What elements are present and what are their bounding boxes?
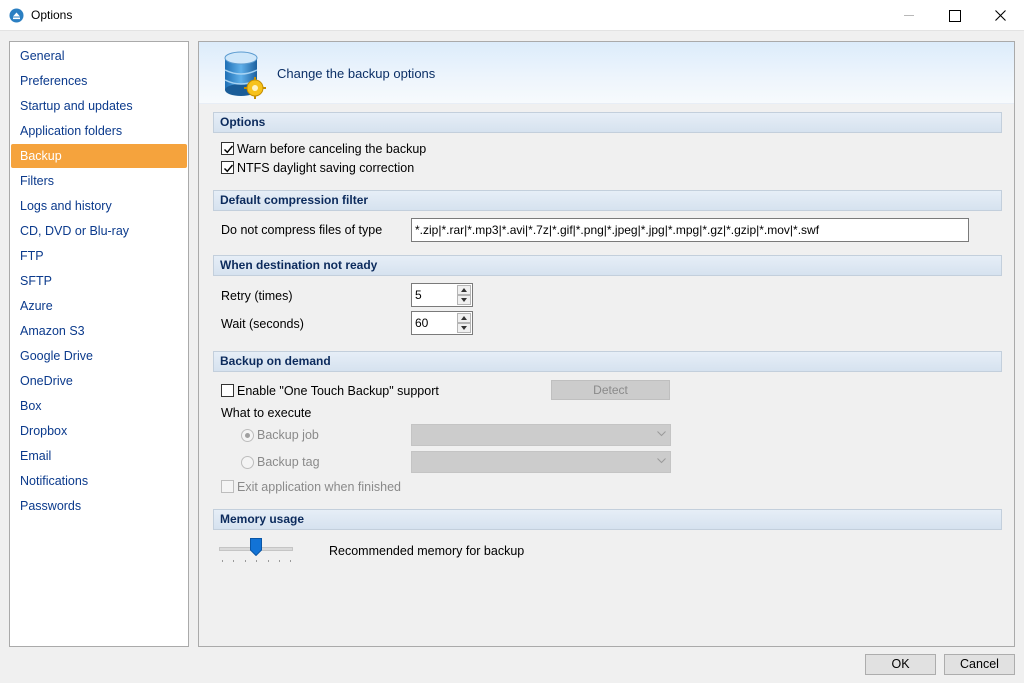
nav-item-filters[interactable]: Filters xyxy=(11,169,187,193)
nav-item-preferences[interactable]: Preferences xyxy=(11,69,187,93)
maximize-button[interactable] xyxy=(932,0,978,31)
retry-value[interactable]: 5 xyxy=(415,288,422,302)
checkmark-icon xyxy=(224,145,234,154)
minimize-button[interactable] xyxy=(886,0,932,31)
backup-options-panel: Change the backup options SOFTPEDIA Opti… xyxy=(198,41,1015,647)
nav-item-google-drive[interactable]: Google Drive xyxy=(11,344,187,368)
exit-when-finished-label[interactable]: Exit application when finished xyxy=(237,480,401,494)
one-touch-label[interactable]: Enable "One Touch Backup" support xyxy=(237,384,439,398)
compression-filter-input[interactable]: *.zip|*.rar|*.mp3|*.avi|*.7z|*.gif|*.png… xyxy=(411,218,969,242)
compression-filter-label: Do not compress files of type xyxy=(221,223,383,237)
what-to-execute-label: What to execute xyxy=(221,406,312,420)
section-header-compression: Default compression filter xyxy=(213,190,1002,211)
section-header-options: Options xyxy=(213,112,1002,133)
wait-spinner[interactable]: 60 xyxy=(411,311,473,335)
nav-item-ftp[interactable]: FTP xyxy=(11,244,187,268)
nav-item-sftp[interactable]: SFTP xyxy=(11,269,187,293)
nav-item-logs-and-history[interactable]: Logs and history xyxy=(11,194,187,218)
backup-tag-radio[interactable] xyxy=(241,456,254,469)
backup-tag-select[interactable] xyxy=(411,451,671,473)
page-title: Change the backup options xyxy=(277,66,436,81)
nav-item-amazon-s3[interactable]: Amazon S3 xyxy=(11,319,187,343)
backup-job-select[interactable] xyxy=(411,424,671,446)
nav-item-azure[interactable]: Azure xyxy=(11,294,187,318)
backup-job-radio[interactable] xyxy=(241,429,254,442)
chevron-down-icon xyxy=(657,431,666,437)
nav-item-startup-and-updates[interactable]: Startup and updates xyxy=(11,94,187,118)
exit-when-finished-checkbox[interactable] xyxy=(221,480,234,493)
app-icon xyxy=(9,8,24,23)
backup-tag-label[interactable]: Backup tag xyxy=(257,455,320,469)
close-button[interactable] xyxy=(978,0,1024,31)
spin-down-button[interactable] xyxy=(457,323,471,333)
nav-item-email[interactable]: Email xyxy=(11,444,187,468)
close-icon xyxy=(995,10,1006,21)
warn-cancel-checkbox[interactable] xyxy=(221,142,234,155)
section-header-destination: When destination not ready xyxy=(213,255,1002,276)
section-header-memory: Memory usage xyxy=(213,509,1002,530)
chevron-down-icon xyxy=(657,458,666,464)
nav-item-general[interactable]: General xyxy=(11,44,187,68)
backup-job-label[interactable]: Backup job xyxy=(257,428,319,442)
cancel-button[interactable]: Cancel xyxy=(944,654,1015,675)
page-banner: Change the backup options xyxy=(199,42,1014,104)
wait-value[interactable]: 60 xyxy=(415,316,428,330)
ntfs-correction-checkbox[interactable] xyxy=(221,161,234,174)
nav-item-cd-dvd-bluray[interactable]: CD, DVD or Blu-ray xyxy=(11,219,187,243)
retry-spinner[interactable]: 5 xyxy=(411,283,473,307)
nav-item-onedrive[interactable]: OneDrive xyxy=(11,369,187,393)
wait-label: Wait (seconds) xyxy=(221,317,304,331)
window-title: Options xyxy=(31,8,73,22)
warn-cancel-label[interactable]: Warn before canceling the backup xyxy=(237,142,426,156)
nav-item-backup[interactable]: Backup xyxy=(11,144,187,168)
nav-item-box[interactable]: Box xyxy=(11,394,187,418)
options-nav: General Preferences Startup and updates … xyxy=(9,41,189,647)
nav-item-passwords[interactable]: Passwords xyxy=(11,494,187,518)
nav-item-dropbox[interactable]: Dropbox xyxy=(11,419,187,443)
section-header-on-demand: Backup on demand xyxy=(213,351,1002,372)
spin-down-button[interactable] xyxy=(457,295,471,305)
spin-up-button[interactable] xyxy=(457,313,471,323)
nav-item-notifications[interactable]: Notifications xyxy=(11,469,187,493)
backup-database-gear-icon xyxy=(224,51,266,99)
checkmark-icon xyxy=(224,164,234,173)
memory-label: Recommended memory for backup xyxy=(329,544,525,558)
nav-item-application-folders[interactable]: Application folders xyxy=(11,119,187,143)
title-bar: Options xyxy=(0,0,1024,31)
detect-button[interactable]: Detect xyxy=(551,380,670,400)
retry-label: Retry (times) xyxy=(221,289,293,303)
one-touch-checkbox[interactable] xyxy=(221,384,234,397)
spin-up-button[interactable] xyxy=(457,285,471,295)
ntfs-correction-label[interactable]: NTFS daylight saving correction xyxy=(237,161,414,175)
memory-slider-thumb[interactable] xyxy=(250,538,262,556)
ok-button[interactable]: OK xyxy=(865,654,936,675)
